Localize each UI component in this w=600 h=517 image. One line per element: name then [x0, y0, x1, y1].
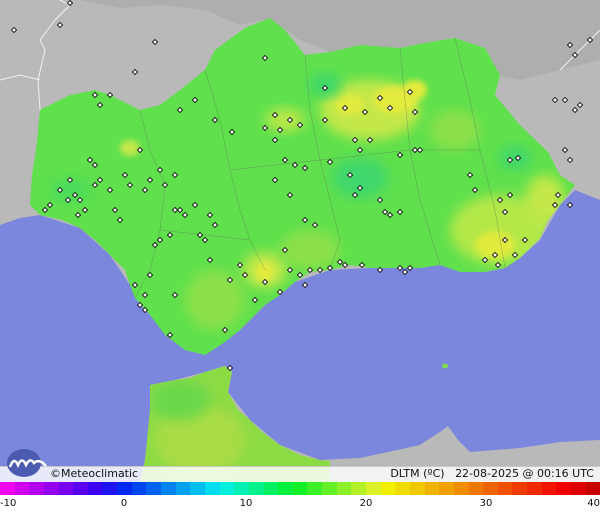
map-viewer: ©Meteoclimatic DLTM (ºC) 22-08-2025 @ 00…	[0, 0, 600, 517]
color-scale-cell	[73, 482, 88, 495]
map-timestamp: DLTM (ºC) 22-08-2025 @ 00:16 UTC	[390, 467, 594, 481]
color-scale-cell	[366, 482, 381, 495]
brand-label: ©Meteoclimatic	[50, 467, 138, 481]
color-scale-tick-label: 30	[479, 498, 493, 509]
color-scale-cell	[351, 482, 367, 495]
color-scale-cell	[527, 482, 542, 495]
color-scale-cell	[468, 482, 484, 495]
copyright-symbol: ©	[50, 467, 61, 480]
brand-name: Meteoclimatic	[61, 467, 139, 480]
color-scale-cell	[556, 482, 571, 495]
color-scale-cell	[14, 482, 30, 495]
color-scale-tick-label: 0	[120, 498, 128, 509]
color-scale-cell	[439, 482, 454, 495]
color-scale-cell	[219, 482, 235, 495]
color-scale-cell	[29, 482, 44, 495]
color-scale-cell	[131, 482, 147, 495]
color-scale-cell	[336, 482, 352, 495]
color-scale-cell	[512, 482, 528, 495]
color-scale-cell	[322, 482, 337, 495]
color-scale-cell	[175, 482, 191, 495]
color-scale-cell	[117, 482, 132, 495]
color-scale-cell	[585, 482, 600, 495]
color-scale-cell	[102, 482, 118, 495]
color-scale-cell	[43, 482, 59, 495]
alboran-island	[442, 363, 448, 369]
timestamp-text: 22-08-2025 @ 00:16 UTC	[455, 467, 594, 480]
color-scale-cell	[292, 482, 308, 495]
color-scale-tick-label: 40	[587, 498, 600, 509]
color-scale-cell	[409, 482, 425, 495]
color-scale-cell	[58, 482, 74, 495]
color-scale-cell	[278, 482, 293, 495]
color-scale-cell	[263, 482, 279, 495]
color-scale-cell	[453, 482, 469, 495]
color-scale-tick-label: -10	[0, 498, 17, 509]
color-scale-cell	[161, 482, 176, 495]
color-scale-cell	[380, 482, 396, 495]
color-scale-cell	[0, 482, 15, 495]
color-scale-cell	[248, 482, 264, 495]
color-scale-cell	[234, 482, 249, 495]
temperature-color-scale	[0, 482, 600, 495]
color-scale-ticks: -10 0 10 20 30 40	[0, 496, 600, 517]
color-scale-cell	[146, 482, 162, 495]
color-scale-cell	[483, 482, 498, 495]
color-scale-cell	[307, 482, 323, 495]
color-scale-cell	[190, 482, 205, 495]
color-scale-cell	[395, 482, 410, 495]
color-scale-cell	[204, 482, 220, 495]
color-scale-tick-label: 10	[239, 498, 253, 509]
temperature-map[interactable]	[0, 0, 600, 482]
meteoclimatic-logo-icon	[7, 449, 47, 477]
color-scale-cell	[497, 482, 513, 495]
color-scale-cell	[541, 482, 557, 495]
color-scale-cell	[570, 482, 586, 495]
variable-label: DLTM (ºC)	[390, 467, 445, 480]
color-scale-cell	[87, 482, 103, 495]
color-scale-cell	[424, 482, 440, 495]
color-scale-tick-label: 20	[359, 498, 373, 509]
